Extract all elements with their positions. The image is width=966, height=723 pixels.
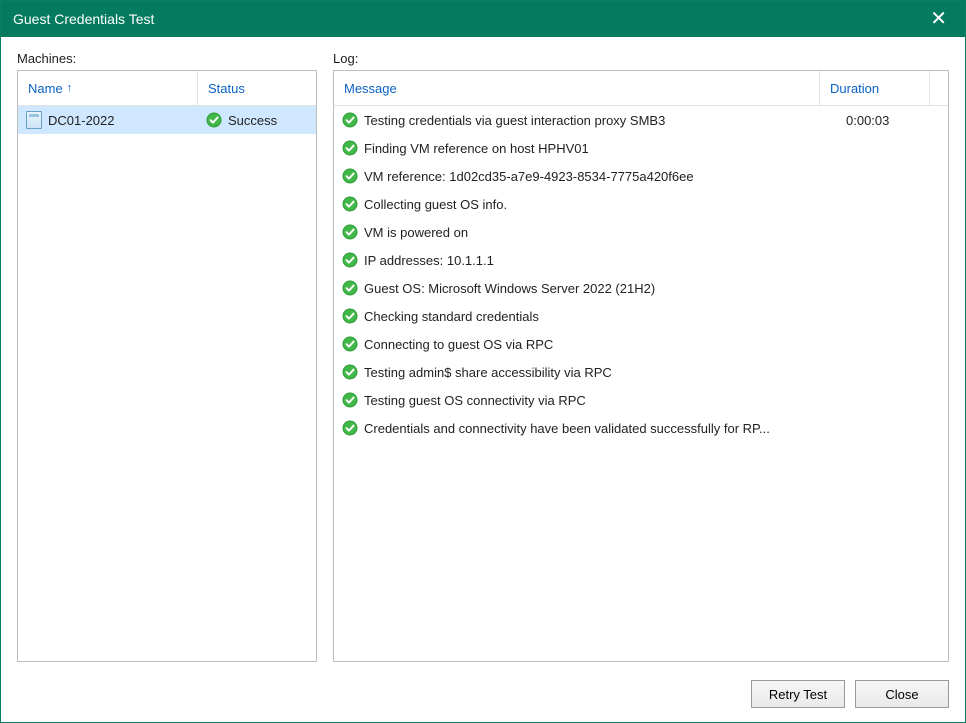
column-header-name[interactable]: Name ↑	[18, 71, 198, 105]
log-message-label: Checking standard credentials	[364, 309, 539, 324]
log-message-label: Collecting guest OS info.	[364, 197, 507, 212]
log-message-label: Guest OS: Microsoft Windows Server 2022 …	[364, 281, 655, 296]
success-icon	[342, 140, 358, 156]
machines-grid-body: DC01-2022 Success	[18, 106, 316, 661]
column-header-name-label: Name	[28, 81, 63, 96]
log-message-label: Testing guest OS connectivity via RPC	[364, 393, 586, 408]
success-icon	[342, 168, 358, 184]
success-icon	[342, 308, 358, 324]
success-icon	[342, 336, 358, 352]
sort-asc-icon: ↑	[67, 82, 73, 94]
success-icon	[342, 420, 358, 436]
log-row[interactable]: VM reference: 1d02cd35-a7e9-4923-8534-77…	[334, 162, 948, 190]
machine-status-cell: Success	[198, 112, 316, 128]
log-duration-cell: 0:00:03	[838, 113, 948, 128]
machines-panel: Machines: Name ↑ Status DC01-2022 Success	[17, 51, 317, 662]
success-icon	[342, 196, 358, 212]
log-row[interactable]: VM is powered on	[334, 218, 948, 246]
log-row[interactable]: Collecting guest OS info.	[334, 190, 948, 218]
log-message-cell: VM is powered on	[334, 224, 838, 240]
log-grid-body: Testing credentials via guest interactio…	[334, 106, 948, 661]
log-duration-label: 0:00:03	[846, 113, 889, 128]
log-message-cell: Credentials and connectivity have been v…	[334, 420, 838, 436]
success-icon	[342, 364, 358, 380]
log-row[interactable]: Testing guest OS connectivity via RPC	[334, 386, 948, 414]
log-row[interactable]: IP addresses: 10.1.1.1	[334, 246, 948, 274]
vm-icon	[26, 111, 42, 129]
machine-name-cell: DC01-2022	[18, 111, 198, 129]
log-message-cell: Testing admin$ share accessibility via R…	[334, 364, 838, 380]
column-header-message[interactable]: Message	[334, 71, 820, 105]
dialog-footer: Retry Test Close	[1, 670, 965, 722]
log-row[interactable]: Finding VM reference on host HPHV01	[334, 134, 948, 162]
log-message-cell: Finding VM reference on host HPHV01	[334, 140, 838, 156]
close-icon[interactable]: ✕	[924, 9, 953, 29]
machines-grid-header: Name ↑ Status	[18, 71, 316, 106]
log-row[interactable]: Guest OS: Microsoft Windows Server 2022 …	[334, 274, 948, 302]
success-icon	[206, 112, 222, 128]
retry-test-button[interactable]: Retry Test	[751, 680, 845, 708]
column-header-status-label: Status	[208, 81, 245, 96]
log-grid-header: Message Duration	[334, 71, 948, 106]
log-row[interactable]: Testing credentials via guest interactio…	[334, 106, 948, 134]
log-grid: Message Duration Testing credentials via…	[333, 70, 949, 662]
column-header-duration[interactable]: Duration	[820, 71, 930, 105]
log-message-label: Connecting to guest OS via RPC	[364, 337, 553, 352]
log-message-label: VM reference: 1d02cd35-a7e9-4923-8534-77…	[364, 169, 694, 184]
log-message-label: Testing credentials via guest interactio…	[364, 113, 665, 128]
log-message-cell: Connecting to guest OS via RPC	[334, 336, 838, 352]
success-icon	[342, 112, 358, 128]
log-message-cell: VM reference: 1d02cd35-a7e9-4923-8534-77…	[334, 168, 838, 184]
log-message-label: Testing admin$ share accessibility via R…	[364, 365, 612, 380]
log-message-label: Credentials and connectivity have been v…	[364, 421, 770, 436]
success-icon	[342, 280, 358, 296]
machine-name-label: DC01-2022	[48, 113, 115, 128]
dialog-root: Guest Credentials Test ✕ Machines: Name …	[0, 0, 966, 723]
log-message-cell: Testing guest OS connectivity via RPC	[334, 392, 838, 408]
log-message-cell: Testing credentials via guest interactio…	[334, 112, 838, 128]
log-message-label: VM is powered on	[364, 225, 468, 240]
log-message-label: Finding VM reference on host HPHV01	[364, 141, 589, 156]
column-header-status[interactable]: Status	[198, 71, 316, 105]
success-icon	[342, 252, 358, 268]
log-message-cell: Guest OS: Microsoft Windows Server 2022 …	[334, 280, 838, 296]
machines-row[interactable]: DC01-2022 Success	[18, 106, 316, 134]
success-icon	[342, 392, 358, 408]
dialog-title: Guest Credentials Test	[13, 11, 924, 27]
log-row[interactable]: Checking standard credentials	[334, 302, 948, 330]
column-header-duration-label: Duration	[830, 81, 879, 96]
success-icon	[342, 224, 358, 240]
log-row[interactable]: Credentials and connectivity have been v…	[334, 414, 948, 442]
log-row[interactable]: Testing admin$ share accessibility via R…	[334, 358, 948, 386]
log-message-cell: IP addresses: 10.1.1.1	[334, 252, 838, 268]
title-bar: Guest Credentials Test ✕	[1, 1, 965, 37]
close-button[interactable]: Close	[855, 680, 949, 708]
log-message-cell: Collecting guest OS info.	[334, 196, 838, 212]
machines-grid: Name ↑ Status DC01-2022 Success	[17, 70, 317, 662]
column-header-message-label: Message	[344, 81, 397, 96]
log-panel: Log: Message Duration Testing credential…	[333, 51, 949, 662]
log-label: Log:	[333, 51, 949, 66]
log-row[interactable]: Connecting to guest OS via RPC	[334, 330, 948, 358]
log-message-cell: Checking standard credentials	[334, 308, 838, 324]
dialog-body: Machines: Name ↑ Status DC01-2022 Success	[1, 37, 965, 670]
machine-status-label: Success	[228, 113, 277, 128]
machines-label: Machines:	[17, 51, 317, 66]
log-message-label: IP addresses: 10.1.1.1	[364, 253, 494, 268]
